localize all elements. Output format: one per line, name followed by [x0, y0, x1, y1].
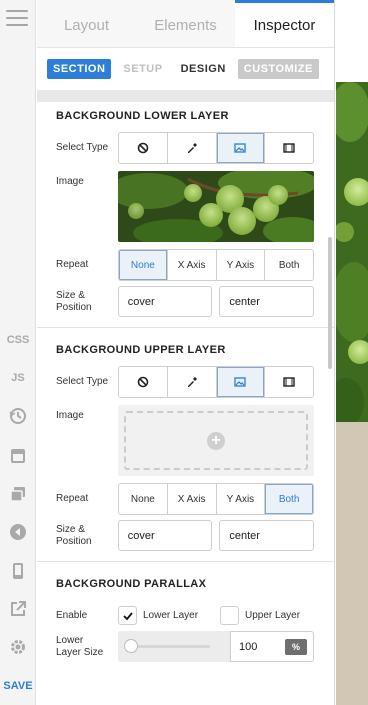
canvas-section-below — [336, 422, 368, 705]
lower-select-type-label: Select Type — [56, 142, 109, 153]
upper-position-input[interactable]: center — [219, 520, 314, 551]
stack-icon[interactable] — [0, 485, 36, 503]
color-picker-icon[interactable] — [167, 367, 217, 397]
upper-layer-checkbox-label: Upper Layer — [245, 610, 301, 621]
left-rail: CSS JS SAVE — [0, 0, 36, 705]
upper-repeat-label: Repeat — [56, 493, 89, 504]
upper-size-input[interactable]: cover — [117, 520, 213, 551]
parallax-size-label: Lower Layer Size — [56, 635, 118, 659]
add-image-icon[interactable]: + — [207, 431, 225, 450]
upper-image-label: Image — [56, 410, 84, 421]
upper-layer-group: BACKGROUND UPPER LAYER Select Type Image… — [37, 328, 334, 551]
checkmark-icon — [118, 606, 137, 625]
canvas-preview — [336, 0, 368, 705]
lower-repeat-x[interactable]: X Axis — [167, 250, 217, 280]
parallax-group: BACKGROUND PARALLAX Enable Lower Layer U… — [37, 562, 334, 662]
lower-layer-group: BACKGROUND LOWER LAYER Select Type Image — [37, 102, 334, 317]
upper-layer-title: BACKGROUND UPPER LAYER — [56, 344, 226, 356]
lower-size-input[interactable]: cover — [117, 286, 213, 317]
lower-position-input[interactable]: center — [219, 286, 314, 317]
js-button[interactable]: JS — [0, 372, 36, 384]
upper-size-label-line1: Size & — [56, 523, 85, 535]
upper-repeat-none[interactable]: None — [119, 484, 168, 514]
lower-repeat-selector: None X Axis Y Axis Both — [118, 249, 314, 281]
video-type-icon[interactable] — [265, 367, 313, 397]
lower-repeat-y[interactable]: Y Axis — [216, 250, 266, 280]
upper-type-selector — [118, 366, 314, 398]
lower-layer-title: BACKGROUND LOWER LAYER — [56, 110, 229, 122]
upper-size-label: Size & Position — [56, 524, 118, 548]
lower-image-preview[interactable] — [118, 171, 314, 242]
lower-size-label-line2: Position — [56, 301, 92, 313]
image-type-icon[interactable] — [216, 133, 266, 163]
upper-repeat-x[interactable]: X Axis — [167, 484, 217, 514]
top-tabs: Layout Elements Inspector — [37, 0, 334, 48]
parallax-size-label-line1: Lower — [56, 634, 84, 646]
lower-repeat-both[interactable]: Both — [265, 250, 313, 280]
tab-layout[interactable]: Layout — [37, 0, 136, 47]
upper-repeat-selector: None X Axis Y Axis Both — [118, 483, 314, 515]
checkbox-empty — [220, 606, 239, 625]
gear-icon[interactable] — [0, 638, 36, 656]
panel-scrollbar[interactable] — [328, 237, 332, 369]
lower-layer-checkbox[interactable]: Lower Layer — [118, 606, 220, 625]
parallax-size-input[interactable]: 100 % — [230, 631, 314, 662]
none-type-icon[interactable] — [119, 367, 168, 397]
save-button[interactable]: SAVE — [0, 680, 36, 692]
lower-repeat-label: Repeat — [56, 259, 89, 270]
menu-icon[interactable] — [6, 10, 28, 26]
slider-track — [129, 645, 210, 648]
parallax-enable-label: Enable — [56, 609, 88, 621]
lower-repeat-none[interactable]: None — [119, 250, 168, 280]
subtab-section[interactable]: SECTION — [47, 59, 112, 79]
lower-image-label: Image — [56, 176, 84, 187]
none-type-icon[interactable] — [119, 133, 168, 163]
window-icon[interactable] — [0, 447, 36, 465]
sub-tabs: SECTION SETUP DESIGN CUSTOMIZE — [37, 48, 334, 90]
lower-size-label: Size & Position — [56, 290, 118, 314]
mobile-icon[interactable] — [0, 562, 36, 580]
css-button[interactable]: CSS — [0, 334, 36, 346]
history-icon[interactable] — [0, 407, 36, 425]
parallax-size-value: 100 — [239, 640, 258, 653]
tab-inspector[interactable]: Inspector — [235, 0, 334, 47]
upper-select-type-label: Select Type — [56, 376, 109, 387]
lower-layer-checkbox-label: Lower Layer — [143, 610, 199, 621]
upper-image-dropzone[interactable]: + — [118, 405, 314, 476]
video-type-icon[interactable] — [265, 133, 313, 163]
upper-repeat-both[interactable]: Both — [265, 484, 313, 514]
subtab-setup[interactable]: SETUP — [117, 59, 168, 79]
parallax-title: BACKGROUND PARALLAX — [56, 578, 207, 590]
upper-layer-checkbox[interactable]: Upper Layer — [220, 606, 300, 625]
external-link-icon[interactable] — [0, 600, 36, 618]
lower-size-label-line1: Size & — [56, 289, 85, 301]
parallax-size-label-line2: Layer Size — [56, 646, 104, 658]
subtab-design[interactable]: DESIGN — [175, 59, 232, 79]
upper-size-label-line2: Position — [56, 535, 92, 547]
parallax-size-slider[interactable] — [118, 631, 230, 662]
inspector-panel: Layout Elements Inspector SECTION SETUP … — [37, 0, 335, 705]
slider-handle[interactable] — [124, 639, 138, 653]
color-picker-icon[interactable] — [167, 133, 217, 163]
scroll-top-edge — [37, 90, 334, 102]
subtab-customize[interactable]: CUSTOMIZE — [237, 59, 319, 79]
lower-type-selector — [118, 132, 314, 164]
canvas-background-image — [336, 82, 368, 422]
unit-toggle[interactable]: % — [284, 638, 307, 655]
upper-repeat-y[interactable]: Y Axis — [216, 484, 266, 514]
image-type-icon[interactable] — [216, 367, 266, 397]
back-icon[interactable] — [0, 523, 36, 541]
tab-elements[interactable]: Elements — [136, 0, 235, 47]
